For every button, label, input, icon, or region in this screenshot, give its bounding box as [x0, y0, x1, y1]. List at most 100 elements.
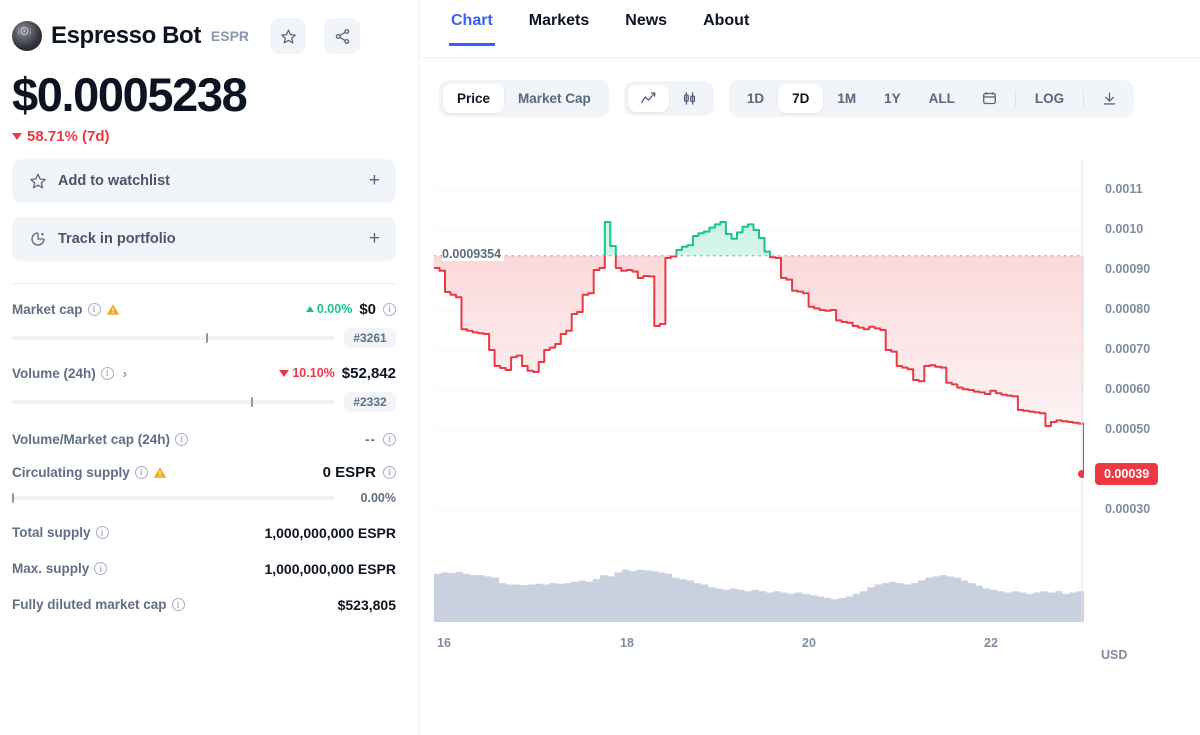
stat-fully-diluted-market-cap: Fully diluted market cap i $523,805 — [12, 597, 396, 613]
coin-header: Espresso Bot ESPR — [12, 14, 396, 58]
total-supply-value: 1,000,000,000 ESPR — [264, 524, 396, 541]
calendar-icon — [982, 92, 996, 105]
max-supply-label-group: Max. supply i — [12, 561, 108, 576]
x-axis-tick: 20 — [802, 636, 816, 650]
stat-volume-24h: Volume (24h) i › 10.10% $52,842 #2332 — [12, 365, 396, 412]
price-change-7d: 58.71% (7d) — [12, 128, 396, 145]
metric-option-price[interactable]: Price — [443, 84, 505, 113]
toolbar-divider — [1014, 90, 1016, 107]
metric-option-market-cap[interactable]: Market Cap — [504, 84, 605, 113]
reference-line-label: 0.0009354 — [442, 246, 505, 261]
coin-detail-page: Espresso Bot ESPR $0.0005238 58.71% (7d)… — [0, 0, 1200, 735]
toolbar-divider — [1083, 90, 1085, 107]
calendar-button[interactable] — [969, 85, 1010, 112]
track-in-portfolio-button[interactable]: Track in portfolio + — [12, 216, 396, 261]
share-icon — [335, 28, 349, 44]
info-icon[interactable]: i — [95, 526, 109, 540]
price-change-value: 58.71% (7d) — [27, 127, 110, 145]
section-tabs: Chart Markets News About — [419, 0, 1200, 58]
tab-chart[interactable]: Chart — [449, 0, 495, 46]
market-cap-change-value: 0.00% — [316, 302, 353, 317]
chart-panel: Chart Markets News About Price Market Ca… — [419, 0, 1200, 735]
x-axis-labels: 16 18 20 22 — [434, 632, 1084, 658]
volume-slider[interactable] — [12, 396, 335, 407]
tab-news[interactable]: News — [623, 0, 669, 46]
add-to-watchlist-button[interactable]: Add to watchlist + — [12, 158, 396, 203]
fdv-label-group: Fully diluted market cap i — [12, 597, 185, 612]
vol-mcap-label: Volume/Market cap (24h) — [12, 431, 171, 447]
vol-mcap-value: -- — [365, 431, 376, 447]
candlestick-icon — [683, 92, 695, 105]
info-icon[interactable]: i — [383, 432, 396, 446]
warning-icon — [106, 304, 119, 315]
stat-max-supply: Max. supply i 1,000,000,000 ESPR — [12, 561, 396, 577]
market-cap-rank: #3261 — [344, 327, 396, 348]
fdv-label: Fully diluted market cap — [12, 597, 167, 613]
range-all[interactable]: ALL — [915, 84, 969, 113]
fdv-value: $523,805 — [337, 596, 396, 613]
circ-supply-value: 0 ESPR — [322, 463, 376, 481]
range-7d[interactable]: 7D — [778, 84, 824, 113]
line-chart-button[interactable] — [627, 85, 669, 112]
watchlist-label: Add to watchlist — [58, 172, 170, 189]
market-cap-slider[interactable] — [12, 332, 335, 343]
favorite-button[interactable] — [270, 18, 307, 54]
metric-toggle-group: Price Market Cap — [439, 80, 609, 117]
info-icon[interactable]: i — [94, 562, 108, 576]
range-1d[interactable]: 1D — [733, 84, 778, 113]
y-axis-tick: 0.00080 — [1105, 302, 1151, 316]
stat-market-cap: Market cap i 0.00% $0 i #3261 — [12, 301, 396, 348]
range-1m[interactable]: 1M — [823, 84, 870, 113]
vol-mcap-label-group: Volume/Market cap (24h) i — [12, 431, 189, 447]
y-axis-tick: 0.00060 — [1105, 382, 1151, 396]
y-axis-tick: 0.00050 — [1105, 422, 1151, 436]
market-cap-value: $0 — [359, 300, 376, 318]
total-supply-label: Total supply — [12, 525, 91, 541]
stat-total-supply: Total supply i 1,000,000,000 ESPR — [12, 525, 396, 541]
currency-label: USD — [1101, 648, 1128, 662]
portfolio-plus-icon: + — [368, 228, 380, 250]
coin-price: $0.0005238 — [12, 68, 248, 121]
circ-supply-slider[interactable] — [12, 492, 335, 503]
y-axis-tick: 0.00030 — [1105, 502, 1151, 516]
coin-symbol: ESPR — [210, 28, 250, 44]
coin-stats-sidebar: Espresso Bot ESPR $0.0005238 58.71% (7d)… — [0, 0, 419, 735]
chart-svg — [434, 160, 1084, 622]
info-icon[interactable]: i — [87, 302, 101, 316]
coin-name: Espresso Bot — [51, 22, 201, 49]
tab-markets[interactable]: Markets — [527, 0, 591, 46]
volume-rank: #2332 — [344, 391, 396, 412]
tab-about[interactable]: About — [701, 0, 751, 46]
volume-label: Volume (24h) — [12, 365, 96, 381]
volume-label-group: Volume (24h) i › — [12, 366, 127, 381]
volume-area — [434, 569, 1084, 622]
info-icon[interactable]: i — [100, 366, 114, 380]
warning-icon — [153, 467, 167, 478]
download-button[interactable] — [1089, 85, 1130, 112]
y-axis-tick: 0.00090 — [1105, 262, 1151, 276]
pie-chart-icon — [28, 229, 47, 248]
arrow-down-icon — [12, 132, 22, 140]
info-icon[interactable]: i — [175, 432, 189, 446]
info-icon[interactable]: i — [134, 465, 148, 479]
star-icon — [28, 171, 47, 190]
chart-plot-area[interactable]: 0.0009354 — [434, 160, 1084, 630]
info-icon[interactable]: i — [171, 598, 185, 612]
market-cap-label: Market cap — [12, 301, 83, 317]
range-1y[interactable]: 1Y — [870, 84, 915, 113]
x-axis-tick: 16 — [437, 636, 451, 650]
info-icon[interactable]: i — [383, 465, 396, 479]
circ-supply-label: Circulating supply — [12, 464, 130, 480]
download-icon — [1103, 92, 1116, 105]
chart-style-group — [623, 81, 714, 116]
circ-supply-label-group: Circulating supply i — [12, 465, 167, 480]
chevron-right-icon[interactable]: › — [123, 366, 127, 381]
circ-supply-pct: 0.00% — [360, 490, 396, 505]
share-button[interactable] — [324, 18, 361, 54]
y-axis-tick: 0.00070 — [1105, 342, 1151, 356]
espresso-bot-logo — [12, 21, 42, 51]
info-icon[interactable]: i — [383, 302, 396, 316]
current-price-badge: 0.00039 — [1095, 463, 1159, 485]
candlestick-button[interactable] — [669, 85, 710, 112]
log-scale-button[interactable]: LOG — [1021, 84, 1078, 113]
